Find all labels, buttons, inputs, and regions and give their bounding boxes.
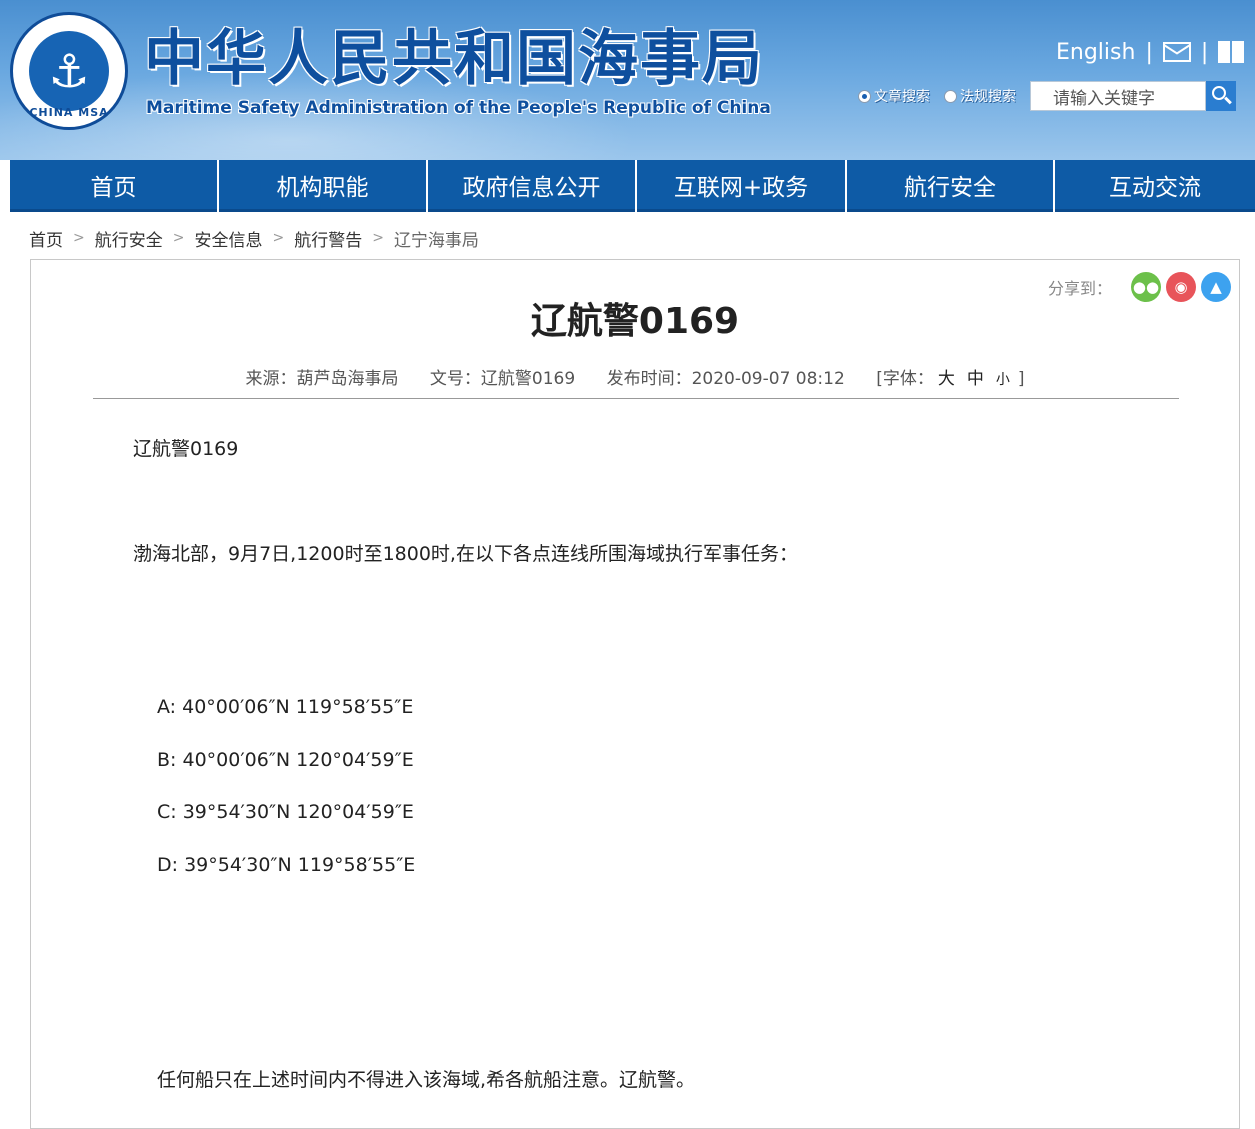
english-link[interactable]: English [1056,40,1135,65]
nav-gov-info[interactable]: 政府信息公开 [428,160,635,212]
chevron-right-icon: > [73,230,85,246]
breadcrumb: 首页 > 航行安全 > 安全信息 > 航行警告 > 辽宁海事局 [29,224,479,252]
font-size-large-button[interactable]: 大 [938,369,955,389]
book-icon[interactable] [1218,41,1245,63]
radio-checked-icon [858,89,871,103]
font-size-small-button[interactable]: 小 [996,372,1010,388]
breadcrumb-safety-info[interactable]: 安全信息 [194,226,262,251]
coordinate-point: D: 39°54′30″N 119°58′55″E [157,854,416,876]
breadcrumb-nav-warnings[interactable]: 航行警告 [294,226,362,251]
anchor-icon: ⚓ [48,44,90,98]
article-paragraph: 渤海北部，9月7日,1200时至1800时,在以下各点连线所围海域执行军事任务： [133,543,798,565]
site-header: ⚓ CHINA MSA 中华人民共和国海事局 Maritime Safety A… [0,0,1255,160]
radio-regulation-search[interactable]: 法规搜索 [944,86,1016,106]
nav-internet-gov[interactable]: 互联网+政务 [637,160,845,212]
site-title-en: Maritime Safety Administration of the Pe… [146,98,771,118]
coordinate-point: C: 39°54′30″N 120°04′59″E [157,801,414,823]
article-publish-time: 发布时间：2020-09-07 08:12 [606,369,845,389]
search-button[interactable] [1206,81,1236,111]
breadcrumb-home[interactable]: 首页 [29,226,63,251]
separator: | [1200,39,1209,65]
radio-article-search[interactable]: 文章搜索 [858,86,930,106]
breadcrumb-nav-safety[interactable]: 航行安全 [95,226,163,251]
divider [93,398,1179,399]
article-title: 辽航警0169 [530,301,740,342]
nav-organization[interactable]: 机构职能 [219,160,426,212]
nav-home[interactable]: 首页 [10,160,217,212]
article-paragraph: 辽航警0169 [133,438,239,460]
coordinate-point: A: 40°00′06″N 119°58′55″E [157,696,414,718]
breadcrumb-current: 辽宁海事局 [393,230,479,251]
radio-unchecked-icon [944,89,957,103]
article-paragraph: 任何船只在上述时间内不得进入该海域,希各航船注意。辽航警。 [157,1069,696,1091]
nav-navigation-safety[interactable]: 航行安全 [847,160,1053,212]
font-size-label: [字体： [876,369,934,389]
main-nav: 首页 机构职能 政府信息公开 互联网+政务 航行安全 互动交流 [10,160,1255,212]
article-meta: 来源：葫芦岛海事局 文号：辽航警0169 发布时间：2020-09-07 08:… [31,364,1239,389]
radio-label: 文章搜索 [874,89,930,105]
search-area: 文章搜索 法规搜索 请输入关键字 [858,80,1236,112]
radio-label: 法规搜索 [960,89,1016,105]
china-msa-logo[interactable]: ⚓ CHINA MSA [10,12,128,130]
chevron-right-icon: > [372,230,384,246]
coordinate-point: B: 40°00′06″N 120°04′59″E [157,749,414,771]
chevron-right-icon: > [272,230,285,246]
article-doc-number: 文号：辽航警0169 [429,369,576,389]
mail-icon[interactable] [1162,42,1191,62]
logo-emblem: ⚓ [29,31,109,111]
article-container: 分享到： ●● ◉ ▲ 辽航警0169 来源：葫芦岛海事局 文号：辽航警0169… [30,259,1240,1129]
font-size-medium-button[interactable]: 中 [967,369,984,389]
logo-text: CHINA MSA [29,106,109,119]
article-source: 来源：葫芦岛海事局 [245,369,399,389]
top-links: English | | [1056,36,1245,68]
site-title-cn: 中华人民共和国海事局 [144,24,764,94]
separator: | [1145,39,1153,65]
search-input[interactable]: 请输入关键字 [1030,81,1206,111]
chevron-right-icon: > [172,230,185,246]
font-size-end: ] [1017,369,1025,389]
search-icon-handle [1224,96,1232,105]
nav-interaction[interactable]: 互动交流 [1055,160,1255,212]
